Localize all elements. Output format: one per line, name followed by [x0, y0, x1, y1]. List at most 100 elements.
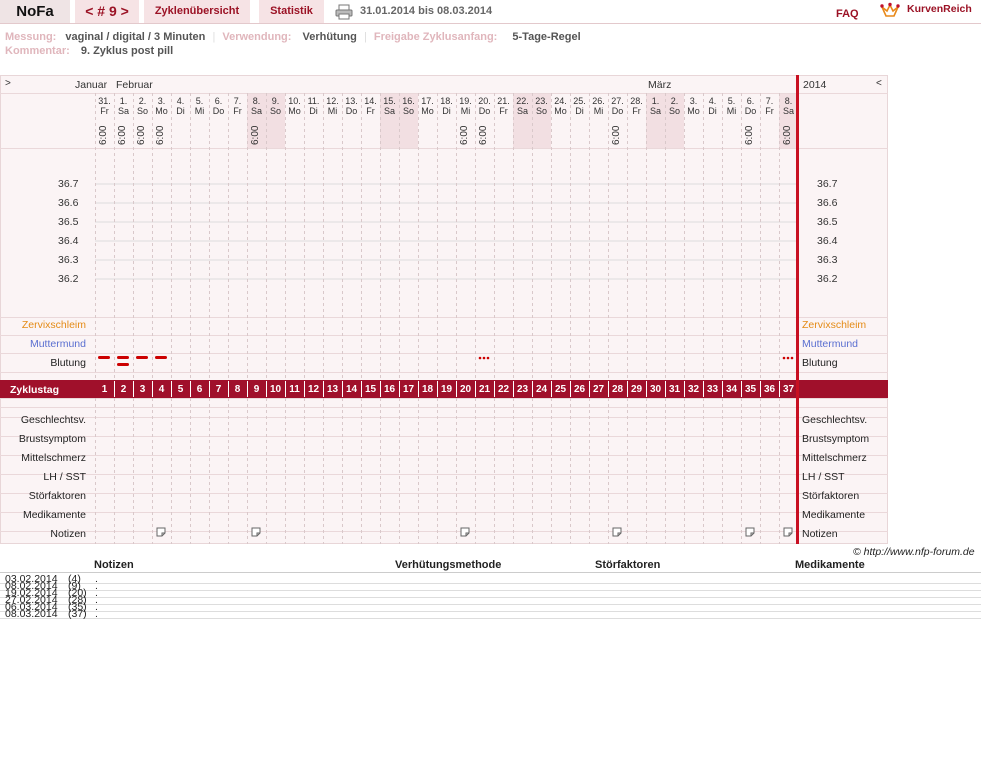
day-weekday: So	[535, 106, 547, 116]
day-weekday: So	[402, 106, 414, 116]
note-icon	[745, 527, 755, 537]
cycle-day-number: 6	[196, 384, 203, 395]
messung-value: vaginal / digital / 3 Minuten	[65, 31, 206, 43]
day-date: 21.	[497, 96, 510, 106]
brand-name[interactable]: KurvenReich	[907, 3, 972, 15]
print-icon[interactable]	[335, 4, 353, 20]
notes-col-medi: Medikamente	[795, 559, 865, 571]
day-date: 10.	[288, 96, 301, 106]
note-date: 08.03.2014	[5, 608, 58, 620]
temp-label-right: 36.4	[817, 235, 838, 247]
day-date: 24.	[554, 96, 567, 106]
cycle-day-number: 14	[345, 384, 358, 395]
separator: |	[363, 31, 367, 43]
day-weekday: Fr	[765, 106, 774, 116]
day-weekday: Do	[212, 106, 225, 116]
row-label-lh: LH / SST	[43, 471, 86, 483]
temp-label-left: 36.6	[58, 197, 79, 209]
day-date: 2.	[138, 96, 147, 106]
note-icon	[251, 527, 261, 537]
app-title[interactable]: NoFa	[0, 0, 70, 23]
temp-label-left: 36.5	[58, 216, 79, 228]
cycle-day-number: 29	[630, 384, 643, 395]
measure-time: 6:00	[744, 125, 755, 145]
cycle-day-number: 2	[120, 384, 127, 395]
day-weekday: Di	[575, 106, 584, 116]
row-label-notizen-right: Notizen	[802, 528, 838, 540]
tab-cycle-overview[interactable]: Zyklenübersicht	[144, 0, 250, 23]
row-label-mutter: Muttermund	[29, 338, 86, 350]
day-date: 15.	[383, 96, 396, 106]
cycle-day-number: 9	[253, 384, 260, 395]
row-label-medi: Medikamente	[22, 509, 86, 521]
cycle-day-number: 12	[307, 384, 320, 395]
nav-prev-button[interactable]: >	[5, 78, 11, 89]
cycle-day-number: 26	[573, 384, 586, 395]
day-weekday: So	[668, 106, 680, 116]
measure-time: 6:00	[155, 125, 166, 145]
verwendung-value: Verhütung	[302, 31, 357, 43]
separator: |	[212, 31, 216, 43]
bleeding-spotting-dot	[786, 356, 790, 360]
day-weekday: Mo	[421, 106, 434, 116]
cycle-day-number: 34	[725, 384, 738, 395]
day-date: 27.	[611, 96, 624, 106]
cycle-day-number: 22	[497, 384, 510, 395]
temp-label-left: 36.3	[58, 254, 79, 266]
tab-statistics[interactable]: Statistik	[259, 0, 324, 23]
year-label: 2014	[803, 79, 827, 91]
forum-credit[interactable]: © http://www.nfp-forum.de	[853, 546, 975, 558]
freigabe-value: 5-Tage-Regel	[512, 31, 581, 43]
day-date: 8.	[784, 96, 793, 106]
faq-link[interactable]: FAQ	[836, 4, 859, 24]
cycle-day-number: 10	[269, 384, 282, 395]
day-weekday: Mo	[155, 106, 168, 116]
row-label-stoer-right: Störfaktoren	[802, 490, 860, 502]
cycle-day-number: 35	[744, 384, 757, 395]
nav-next-button[interactable]: <	[876, 78, 882, 89]
day-weekday: Do	[611, 106, 624, 116]
day-date: 2.	[670, 96, 679, 106]
measurement-info: Messung: vaginal / digital / 3 Minuten |…	[5, 31, 581, 43]
measure-time: 6:00	[136, 125, 147, 145]
day-weekday: Sa	[782, 106, 794, 116]
day-weekday: Do	[744, 106, 757, 116]
top-toolbar: NoFa < # 9 > Zyklenübersicht Statistik 3…	[0, 0, 981, 24]
row-label-mittel-right: Mittelschmerz	[802, 452, 867, 464]
day-weekday: Do	[345, 106, 358, 116]
day-date: 12.	[326, 96, 339, 106]
messung-label: Messung:	[5, 31, 57, 43]
temp-label-right: 36.6	[817, 197, 838, 209]
row-label-zervix: Zervixschleim	[21, 319, 86, 331]
day-date: 8.	[252, 96, 261, 106]
row-label-mutter-right: Muttermund	[802, 338, 859, 350]
day-date: 19.	[459, 96, 472, 106]
bleeding-spotting-dot	[478, 356, 482, 360]
crown-logo-icon[interactable]	[880, 2, 900, 20]
month-label: Februar	[116, 79, 153, 91]
day-weekday: So	[136, 106, 148, 116]
freigabe-label: Freigabe Zyklusanfang:	[373, 31, 498, 43]
day-date: 13.	[345, 96, 358, 106]
day-date: 11.	[307, 96, 320, 106]
day-weekday: Mi	[460, 106, 471, 116]
measure-time: 6:00	[459, 125, 470, 145]
cycle-navigator[interactable]: < # 9 >	[75, 0, 139, 23]
row-label-blutung-right: Blutung	[802, 357, 838, 369]
day-weekday: Mi	[327, 106, 338, 116]
cycle-day-number: 3	[139, 384, 146, 395]
bleeding-spotting-dot	[782, 356, 786, 360]
day-weekday: Mi	[593, 106, 604, 116]
row-label-notizen: Notizen	[50, 528, 86, 540]
day-date: 4.	[708, 96, 717, 106]
cycle-day-number: 13	[326, 384, 339, 395]
month-label: Januar	[75, 79, 108, 91]
row-label-zyklustag: Zyklustag	[10, 384, 60, 396]
day-date: 7.	[765, 96, 774, 106]
cycle-day-number: 27	[592, 384, 605, 395]
day-weekday: Fr	[499, 106, 508, 116]
cycle-date-range: 31.01.2014 bis 08.03.2014	[360, 5, 493, 17]
day-weekday: Mo	[687, 106, 700, 116]
day-weekday: Mi	[726, 106, 737, 116]
bleeding-spotting-dot	[790, 356, 794, 360]
